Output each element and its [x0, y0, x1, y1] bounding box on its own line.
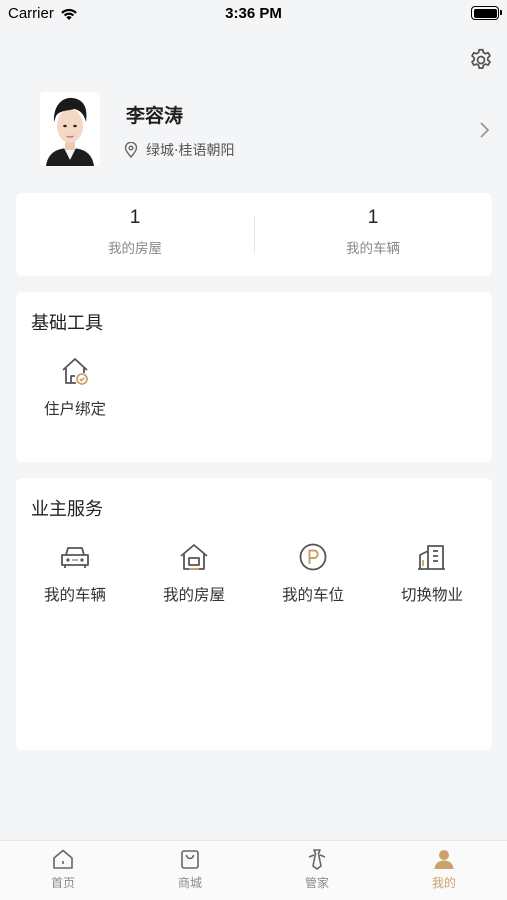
tab-home[interactable]: 首页	[0, 847, 126, 891]
tab-mall[interactable]: 商城	[127, 847, 253, 891]
service-my-parking[interactable]: 我的车位	[254, 540, 372, 605]
stat-label: 我的房屋	[108, 241, 162, 257]
owner-services-card: 业主服务 我的车辆 我的房屋 我的车位 切换物业	[16, 478, 492, 750]
service-label: 我的车位	[281, 586, 344, 604]
stat-value: 1	[129, 207, 141, 228]
chevron-right-icon	[480, 122, 490, 138]
gear-icon[interactable]	[468, 47, 494, 73]
tab-mine[interactable]: 我的	[381, 847, 507, 891]
house-bind-icon	[62, 358, 88, 385]
stat-label: 我的车辆	[346, 241, 400, 257]
status-bar: Carrier 3:36 PM	[0, 0, 507, 30]
location-pin-icon	[124, 142, 138, 158]
clock: 3:36 PM	[225, 5, 282, 22]
car-icon	[61, 547, 89, 568]
location-label: 绿城·桂语朝阳	[146, 143, 235, 159]
tool-label: 住户绑定	[43, 400, 106, 418]
service-label: 我的房屋	[162, 586, 225, 604]
building-icon	[418, 545, 445, 570]
tab-butler[interactable]: 管家	[254, 847, 380, 891]
tab-label: 首页	[50, 876, 75, 890]
avatar	[40, 92, 100, 166]
stats-card: 1 我的房屋 1 我的车辆	[16, 193, 492, 276]
tab-label: 管家	[304, 876, 329, 890]
stat-vehicles[interactable]: 1 我的车辆	[254, 193, 492, 276]
tab-label: 我的	[431, 876, 456, 890]
stat-value: 1	[367, 207, 379, 228]
section-title: 业主服务	[31, 499, 103, 520]
service-my-vehicles[interactable]: 我的车辆	[16, 540, 134, 605]
service-switch-property[interactable]: 切换物业	[373, 540, 491, 605]
community-location: 绿城·桂语朝阳	[124, 140, 234, 160]
home-icon	[53, 849, 73, 869]
shopping-bag-icon	[181, 850, 199, 869]
service-label: 切换物业	[400, 586, 463, 604]
butler-icon	[308, 849, 326, 870]
service-label: 我的车辆	[43, 586, 106, 604]
user-icon	[434, 850, 454, 869]
battery-icon	[471, 6, 502, 20]
user-name: 李容涛	[126, 105, 184, 127]
basic-tools-card: 基础工具 住户绑定	[16, 292, 492, 462]
tool-resident-binding[interactable]: 住户绑定	[16, 354, 134, 419]
stat-houses[interactable]: 1 我的房屋	[16, 193, 254, 276]
tab-bar: 首页 商城 管家 我的	[0, 840, 507, 900]
parking-icon	[299, 543, 327, 571]
tab-label: 商城	[177, 876, 202, 890]
service-my-houses[interactable]: 我的房屋	[135, 540, 253, 605]
house-icon	[180, 544, 208, 570]
profile-header[interactable]: 李容涛 绿城·桂语朝阳	[0, 90, 507, 170]
section-title: 基础工具	[31, 313, 103, 334]
